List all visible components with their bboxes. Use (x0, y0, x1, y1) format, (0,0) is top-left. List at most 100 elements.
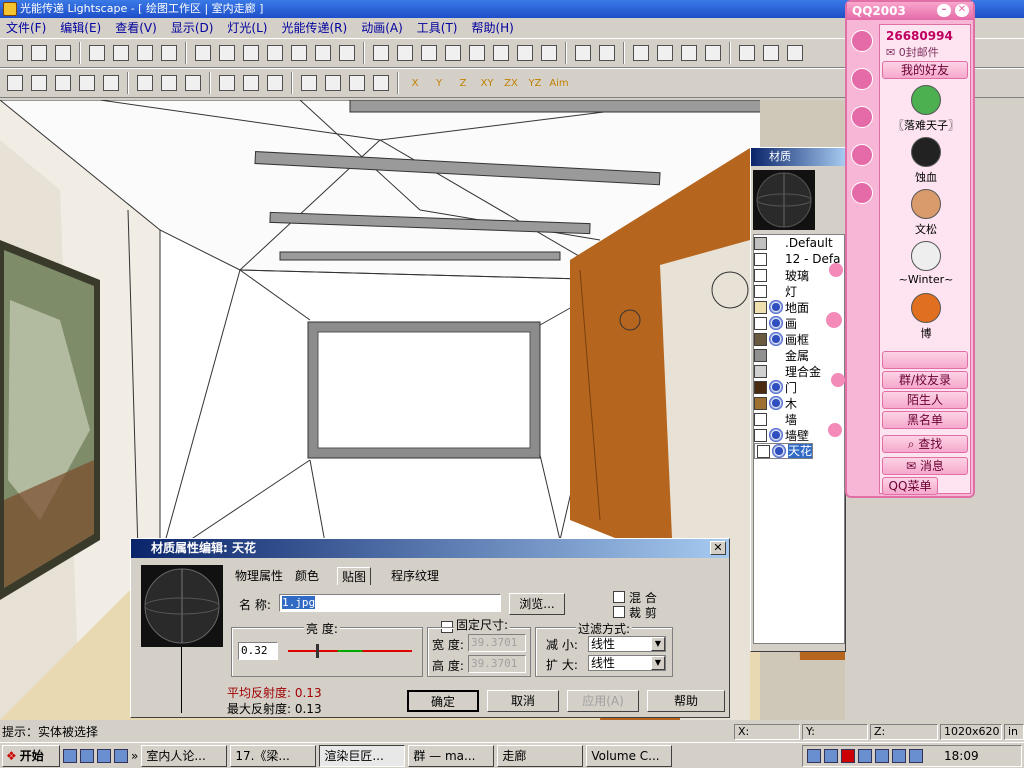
taskbar-task[interactable]: 室内人论... (141, 744, 228, 767)
tray-k-icon[interactable] (841, 749, 855, 763)
layer-icon[interactable] (736, 42, 758, 64)
qq-message-button[interactable]: ✉ 消息 (882, 457, 968, 475)
blend-checkbox[interactable] (613, 591, 625, 603)
qq-note-icon[interactable] (851, 144, 873, 166)
qq-minimize-button[interactable]: – (937, 4, 951, 17)
ok-button[interactable]: 确定 (407, 690, 479, 712)
shrink-select[interactable]: 线性 ▼ (588, 636, 666, 652)
dialog-title[interactable]: 材质属性编辑: 天花 (131, 539, 729, 558)
tray-network-icon[interactable] (807, 749, 821, 763)
axis-button-xy[interactable]: XY (476, 72, 498, 94)
copy-tool-icon[interactable] (240, 72, 262, 94)
tab-color[interactable]: 颜色 (291, 567, 323, 585)
height-input[interactable]: 39.3701 (468, 655, 526, 673)
desktop-icon[interactable] (97, 748, 111, 763)
taskbar-task[interactable]: 17.《梁... (230, 744, 317, 767)
axis-button-yz[interactable]: YZ (524, 72, 546, 94)
menu-radiosity[interactable]: 光能传递(R) (281, 18, 347, 38)
qq-friend[interactable]: 〖落难天子〗 (884, 85, 968, 133)
qq-mail-count[interactable]: ✉ 0封邮件 (886, 44, 939, 60)
scale-icon[interactable] (264, 72, 286, 94)
select-lasso-icon[interactable] (76, 72, 98, 94)
menu-animation[interactable]: 动画(A) (361, 18, 403, 38)
select-icon[interactable] (370, 42, 392, 64)
qq-my-friends[interactable]: 我的好友 (882, 61, 968, 79)
email-icon[interactable] (80, 748, 94, 763)
dialog-close-button[interactable]: ✕ (710, 541, 726, 555)
menu-view[interactable]: 查看(V) (115, 18, 157, 38)
menu-tools[interactable]: 工具(T) (417, 18, 458, 38)
qq-close-button[interactable]: ✕ (955, 4, 969, 17)
solid-cube-icon[interactable] (678, 42, 700, 64)
app-icon[interactable] (3, 2, 17, 16)
render-icon[interactable] (630, 42, 652, 64)
tab-procedural-texture[interactable]: 程序纹理 (387, 567, 443, 585)
axis-button-zx[interactable]: ZX (500, 72, 522, 94)
qq-friend[interactable]: 蚀血 (884, 137, 968, 185)
cube-top-icon[interactable] (312, 42, 334, 64)
tray-security-icon[interactable] (892, 749, 906, 763)
tray-display-icon[interactable] (858, 749, 872, 763)
light-select-icon[interactable] (322, 72, 344, 94)
menu-edit[interactable]: 编辑(E) (60, 18, 101, 38)
cube-front-icon[interactable] (216, 42, 238, 64)
brightness-input[interactable]: 0.32 (238, 642, 278, 660)
qq-groups-button[interactable]: 群/校友录 (882, 371, 968, 389)
cube-iso-icon[interactable] (336, 42, 358, 64)
qq-friend[interactable]: ~Winter~ (884, 241, 968, 286)
sphere-icon[interactable] (572, 42, 594, 64)
qq-penguin-icon[interactable] (851, 30, 873, 52)
qq-strangers-button[interactable]: 陌生人 (882, 391, 968, 409)
media-icon[interactable] (114, 748, 128, 763)
zoom-fit-icon[interactable] (442, 42, 464, 64)
rotate-icon[interactable] (538, 42, 560, 64)
material-list-item[interactable]: .Default (754, 235, 844, 251)
menu-light[interactable]: 灯光(L) (227, 18, 267, 38)
wire-cube-icon[interactable] (654, 42, 676, 64)
select-poly-icon[interactable] (100, 72, 122, 94)
menu-display[interactable]: 显示(D) (171, 18, 214, 38)
help-icon[interactable] (134, 42, 156, 64)
orbit-icon[interactable] (418, 42, 440, 64)
qq-cards-icon[interactable] (851, 182, 873, 204)
select-tool-icon[interactable] (28, 72, 50, 94)
open-icon[interactable] (28, 42, 50, 64)
qq-blacklist-button[interactable]: 黑名单 (882, 411, 968, 429)
tab-physical[interactable]: 物理属性 (231, 567, 287, 585)
cube-back-icon[interactable] (240, 42, 262, 64)
move-icon[interactable] (216, 72, 238, 94)
qq-friend[interactable]: 博 (884, 293, 968, 341)
snap-icon[interactable] (346, 72, 368, 94)
select-box-icon[interactable] (52, 72, 74, 94)
material-list-item[interactable]: 天花 (754, 443, 814, 459)
material-list-title[interactable]: 材质 (751, 148, 845, 166)
qq-menu-button[interactable]: QQ菜单 (882, 477, 938, 495)
tab-texture-map[interactable]: 贴图 (337, 567, 372, 585)
dolly-icon[interactable] (394, 42, 416, 64)
help-button[interactable]: 帮助 (647, 690, 725, 712)
taskbar-task[interactable]: 走廊 (497, 744, 584, 767)
menu-file[interactable]: 文件(F) (6, 18, 46, 38)
pointer-icon[interactable] (4, 72, 26, 94)
enlarge-select[interactable]: 线性 ▼ (588, 655, 666, 671)
deselect-icon[interactable] (134, 72, 156, 94)
start-button[interactable]: ❖ 开始 (2, 744, 60, 767)
material-icon[interactable] (784, 42, 806, 64)
camera-icon[interactable] (192, 42, 214, 64)
tray-qq-icon[interactable] (875, 749, 889, 763)
crop-checkbox[interactable] (613, 606, 625, 618)
brightness-slider-thumb[interactable] (315, 644, 319, 658)
tray-volume-icon[interactable] (824, 749, 838, 763)
rotate-tool-icon[interactable] (370, 72, 392, 94)
tray-ime-icon[interactable] (909, 749, 923, 763)
brightness-slider-track[interactable] (288, 650, 412, 652)
menu-help[interactable]: 帮助(H) (471, 18, 513, 38)
qq-friend[interactable]: 文松 (884, 189, 968, 237)
save-icon[interactable] (52, 42, 74, 64)
cancel-button[interactable]: 取消 (487, 690, 559, 712)
browse-button[interactable]: 浏览... (509, 593, 565, 615)
taskbar-task[interactable]: 渲染巨匠... (319, 744, 406, 767)
taskbar-task[interactable]: 群 — ma... (408, 744, 495, 767)
axis-button-z[interactable]: Z (452, 72, 474, 94)
doc-copy-icon[interactable] (182, 72, 204, 94)
